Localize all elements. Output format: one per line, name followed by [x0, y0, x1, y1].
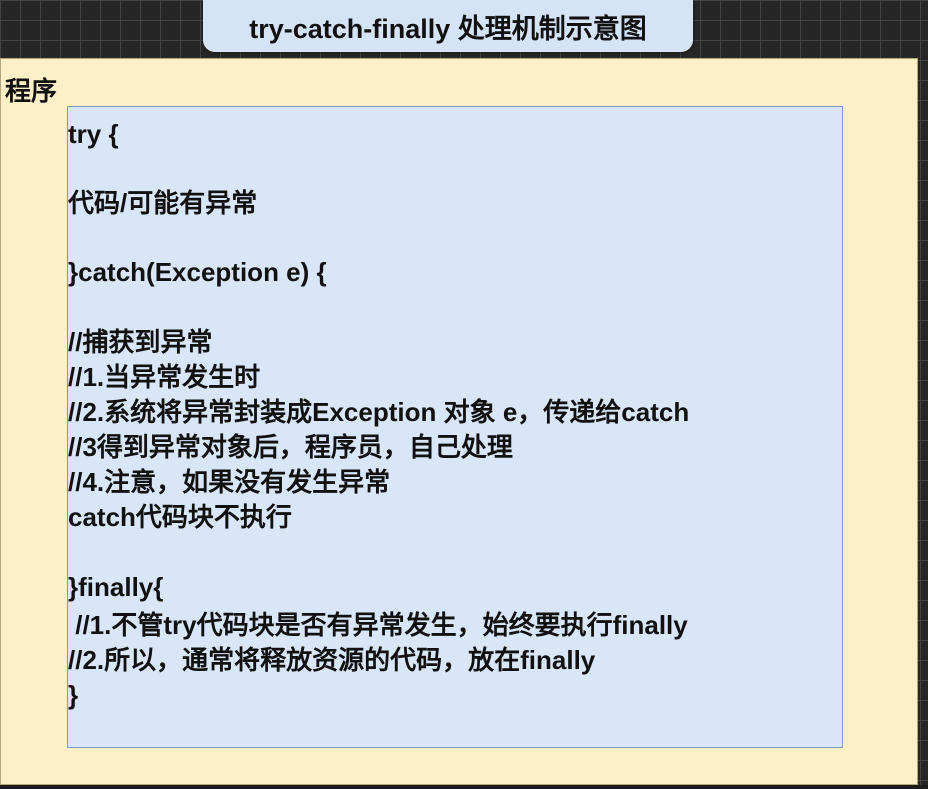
- code-line-comment: //3得到异常对象后，程序员，自己处理: [68, 432, 513, 462]
- code-line-comment: //4.注意，如果没有发生异常: [68, 467, 391, 497]
- program-container: 程序 try { 代码/可能有异常 }catch(Exception e) { …: [0, 58, 918, 785]
- diagram-title: try-catch-finally 处理机制示意图: [203, 0, 693, 52]
- code-line-code: 代码/可能有异常: [68, 188, 258, 218]
- code-line-finally: }finally{: [68, 572, 164, 602]
- code-block: try { 代码/可能有异常 }catch(Exception e) { //捕…: [67, 106, 843, 748]
- code-line-comment: //2.系统将异常封装成Exception 对象 e，传递给catch: [68, 397, 690, 427]
- code-line-close: }: [68, 680, 79, 710]
- diagram-title-text: try-catch-finally 处理机制示意图: [249, 13, 647, 44]
- code-line-comment: //2.所以，通常将释放资源的代码，放在finally: [68, 645, 596, 675]
- code-line-catch: }catch(Exception e) {: [68, 257, 327, 287]
- code-line-try: try {: [68, 119, 119, 149]
- code-line-comment: //1.不管try代码块是否有异常发生，始终要执行finally: [68, 610, 688, 640]
- code-line-comment: //1.当异常发生时: [68, 362, 261, 392]
- bottom-edge: [0, 785, 928, 789]
- code-line-note: catch代码块不执行: [68, 502, 292, 532]
- code-line-comment: //捕获到异常: [68, 327, 213, 357]
- program-label: 程序: [5, 76, 58, 106]
